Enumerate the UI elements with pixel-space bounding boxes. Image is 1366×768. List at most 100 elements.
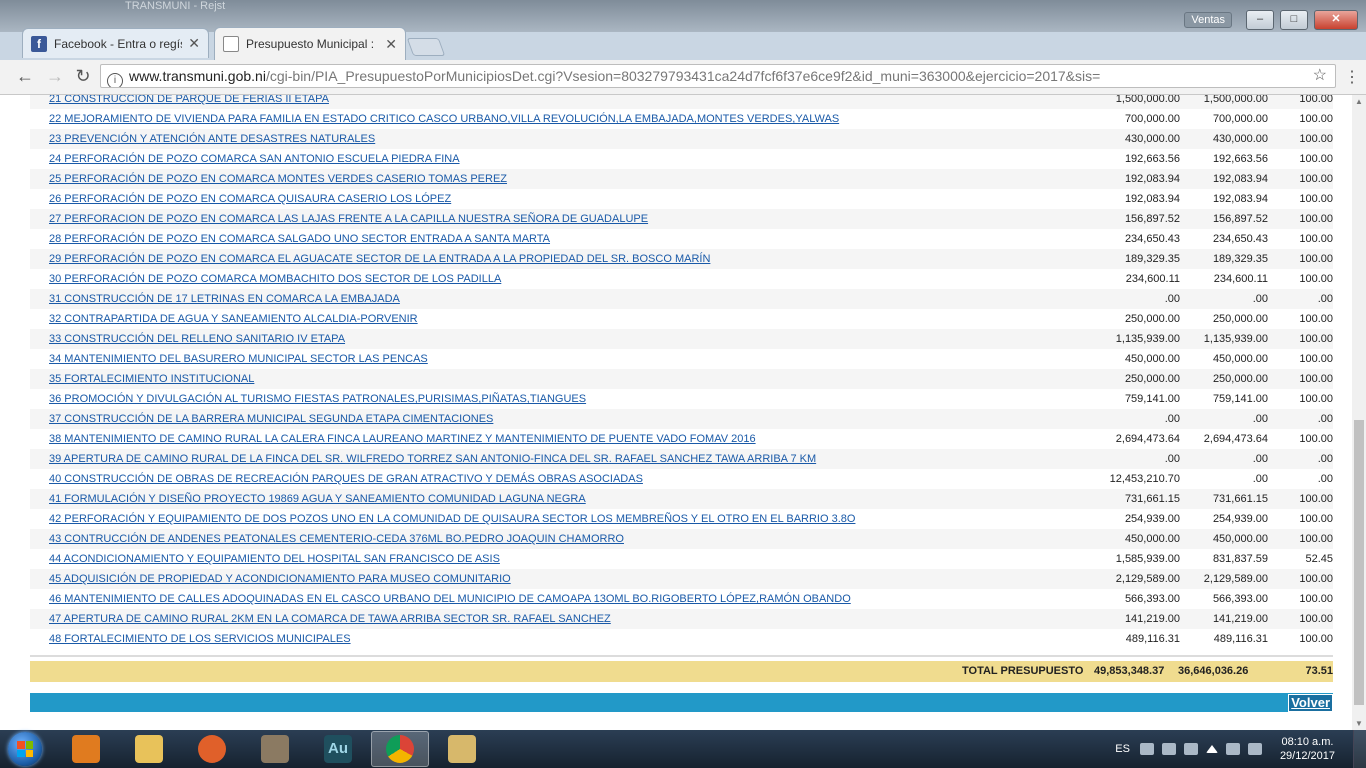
project-link[interactable]: 36 PROMOCIÓN Y DIVULGACIÓN AL TURISMO FI… bbox=[49, 393, 586, 405]
project-link[interactable]: 35 FORTALECIMIENTO INSTITUCIONAL bbox=[49, 373, 254, 385]
budget-cell: 450,000.00 bbox=[1124, 533, 1180, 545]
tab-close-icon[interactable]: ✕ bbox=[188, 35, 200, 52]
executed-cell: 1,500,000.00 bbox=[1203, 95, 1268, 105]
project-cell: 27 PERFORACION DE POZO EN COMARCA LAS LA… bbox=[30, 209, 1070, 229]
project-link[interactable]: 30 PERFORACIÓN DE POZO COMARCA MOMBACHIT… bbox=[49, 273, 501, 285]
back-arrow-icon[interactable]: ← bbox=[14, 66, 36, 87]
budget-cell: 700,000.00 bbox=[1124, 113, 1180, 125]
project-link[interactable]: 44 ACONDICIONAMIENTO Y EQUIPAMIENTO DEL … bbox=[49, 553, 500, 565]
show-hidden-icons-icon[interactable] bbox=[1205, 745, 1218, 753]
scroll-up-icon[interactable]: ▲ bbox=[1355, 97, 1363, 106]
taskbar-app-media-player[interactable] bbox=[57, 731, 115, 767]
maximize-button[interactable]: □ bbox=[1280, 10, 1308, 30]
percent-cell: 100.00 bbox=[1299, 173, 1333, 185]
show-desktop-button[interactable] bbox=[1353, 730, 1366, 768]
taskbar-app-chrome[interactable] bbox=[371, 731, 429, 767]
total-label: TOTAL PRESUPUESTO bbox=[962, 665, 1084, 677]
keyboard-icon[interactable] bbox=[1139, 743, 1154, 755]
clock[interactable]: 08:10 a.m. 29/12/2017 bbox=[1280, 735, 1335, 763]
project-link[interactable]: 34 MANTENIMIENTO DEL BASURERO MUNICIPAL … bbox=[49, 353, 428, 365]
divider bbox=[30, 655, 1333, 657]
percent-cell: 100.00 bbox=[1299, 193, 1333, 205]
reload-icon[interactable]: ↻ bbox=[72, 66, 94, 87]
project-link[interactable]: 45 ADQUISICIÓN DE PROPIEDAD Y ACONDICION… bbox=[49, 573, 511, 585]
project-link[interactable]: 43 CONTRUCCIÓN DE ANDENES PEATONALES CEM… bbox=[49, 533, 624, 545]
url-path: /cgi-bin/PIA_PresupuestoPorMunicipiosDet… bbox=[265, 68, 1101, 84]
battery-icon[interactable] bbox=[1247, 743, 1262, 755]
executed-cell: 450,000.00 bbox=[1212, 533, 1268, 545]
table-row: 27 PERFORACION DE POZO EN COMARCA LAS LA… bbox=[30, 209, 1333, 229]
project-link[interactable]: 47 APERTURA DE CAMINO RURAL 2KM EN LA CO… bbox=[49, 613, 611, 625]
project-link[interactable]: 27 PERFORACION DE POZO EN COMARCA LAS LA… bbox=[49, 213, 648, 225]
scrollbar[interactable]: ▲ ▼ bbox=[1352, 95, 1366, 730]
project-link[interactable]: 22 MEJORAMIENTO DE VIVIENDA PARA FAMILIA… bbox=[49, 113, 839, 125]
profile-badge[interactable]: Ventas bbox=[1184, 12, 1232, 28]
project-link[interactable]: 37 CONSTRUCCIÓN DE LA BARRERA MUNICIPAL … bbox=[49, 413, 493, 425]
printer-icon[interactable] bbox=[1161, 743, 1176, 755]
executed-cell: 254,939.00 bbox=[1212, 513, 1268, 525]
new-tab-button[interactable] bbox=[406, 38, 446, 56]
project-link[interactable]: 23 PREVENCIÓN Y ATENCIÓN ANTE DESASTRES … bbox=[49, 133, 375, 145]
scrollbar-thumb[interactable] bbox=[1354, 420, 1364, 705]
close-button[interactable]: ✕ bbox=[1314, 10, 1358, 30]
project-link[interactable]: 42 PERFORACIÓN Y EQUIPAMIENTO DE DOS POZ… bbox=[49, 513, 855, 525]
project-cell: 47 APERTURA DE CAMINO RURAL 2KM EN LA CO… bbox=[30, 609, 1070, 629]
project-cell: 21 CONSTRUCCION DE PARQUE DE FERIAS II E… bbox=[30, 95, 1070, 109]
table-row: 22 MEJORAMIENTO DE VIVIENDA PARA FAMILIA… bbox=[30, 109, 1333, 129]
percent-cell: 100.00 bbox=[1299, 573, 1333, 585]
table-row: 33 CONSTRUCCIÓN DEL RELLENO SANITARIO IV… bbox=[30, 329, 1333, 349]
project-link[interactable]: 25 PERFORACIÓN DE POZO EN COMARCA MONTES… bbox=[49, 173, 507, 185]
windows-flag-icon bbox=[17, 741, 33, 757]
budget-cell: 192,083.94 bbox=[1124, 193, 1180, 205]
project-link[interactable]: 29 PERFORACIÓN DE POZO EN COMARCA EL AGU… bbox=[49, 253, 710, 265]
project-link[interactable]: 28 PERFORACIÓN DE POZO EN COMARCA SALGAD… bbox=[49, 233, 550, 245]
project-link[interactable]: 33 CONSTRUCCIÓN DEL RELLENO SANITARIO IV… bbox=[49, 333, 345, 345]
project-link[interactable]: 31 CONSTRUCCIÓN DE 17 LETRINAS EN COMARC… bbox=[49, 293, 400, 305]
budget-cell: 489,116.31 bbox=[1125, 633, 1180, 645]
page-content: 21 CONSTRUCCION DE PARQUE DE FERIAS II E… bbox=[0, 95, 1352, 730]
tab-close-icon[interactable]: ✕ bbox=[385, 36, 397, 53]
project-link[interactable]: 39 APERTURA DE CAMINO RURAL DE LA FINCA … bbox=[49, 453, 816, 465]
executed-cell: 250,000.00 bbox=[1212, 313, 1268, 325]
address-bar[interactable]: i www.transmuni.gob.ni/cgi-bin/PIA_Presup… bbox=[100, 64, 1336, 88]
table-row: 29 PERFORACIÓN DE POZO EN COMARCA EL AGU… bbox=[30, 249, 1333, 269]
project-link[interactable]: 38 MANTENIMIENTO DE CAMINO RURAL LA CALE… bbox=[49, 433, 756, 445]
project-link[interactable]: 32 CONTRAPARTIDA DE AGUA Y SANEAMIENTO A… bbox=[49, 313, 418, 325]
project-link[interactable]: 40 CONSTRUCCIÓN DE OBRAS DE RECREACIÓN P… bbox=[49, 473, 643, 485]
budget-cell: .00 bbox=[1164, 453, 1180, 465]
executed-cell: 189,329.35 bbox=[1212, 253, 1268, 265]
tab-facebook[interactable]: f Facebook - Entra o regíst ✕ bbox=[22, 28, 209, 58]
project-link[interactable]: 24 PERFORACIÓN DE POZO COMARCA SAN ANTON… bbox=[49, 153, 460, 165]
language-indicator[interactable]: ES bbox=[1115, 743, 1130, 755]
start-button[interactable] bbox=[8, 732, 42, 766]
forward-arrow-icon[interactable]: → bbox=[44, 66, 66, 87]
taskbar-app-paint[interactable] bbox=[433, 731, 491, 767]
scroll-down-icon[interactable]: ▼ bbox=[1355, 719, 1363, 728]
percent-cell: 100.00 bbox=[1299, 533, 1333, 545]
info-icon[interactable]: i bbox=[107, 73, 123, 87]
project-link[interactable]: 48 FORTALECIMIENTO DE LOS SERVICIOS MUNI… bbox=[49, 633, 351, 645]
percent-cell: 100.00 bbox=[1299, 213, 1333, 225]
taskbar-app-audition[interactable]: Au bbox=[309, 731, 367, 767]
network-icon[interactable] bbox=[1225, 743, 1240, 755]
budget-cell: 234,600.11 bbox=[1125, 273, 1180, 285]
project-cell: 24 PERFORACIÓN DE POZO COMARCA SAN ANTON… bbox=[30, 149, 1070, 169]
volver-link[interactable]: Volver bbox=[1288, 694, 1333, 712]
project-cell: 26 PERFORACIÓN DE POZO EN COMARCA QUISAU… bbox=[30, 189, 1070, 209]
budget-table: 21 CONSTRUCCION DE PARQUE DE FERIAS II E… bbox=[30, 95, 1333, 649]
tab-presupuesto[interactable]: Presupuesto Municipal : ✕ bbox=[214, 27, 406, 60]
help-icon[interactable] bbox=[1183, 743, 1198, 755]
minimize-button[interactable]: – bbox=[1246, 10, 1274, 30]
menu-icon[interactable]: ⋮ bbox=[1344, 67, 1360, 87]
percent-cell: 100.00 bbox=[1299, 253, 1333, 265]
percent-cell: 100.00 bbox=[1299, 513, 1333, 525]
bookmark-star-icon[interactable]: ☆ bbox=[1313, 65, 1327, 87]
taskbar-app-firefox[interactable] bbox=[183, 731, 241, 767]
taskbar-app-gimp[interactable] bbox=[246, 731, 304, 767]
project-link[interactable]: 26 PERFORACIÓN DE POZO EN COMARCA QUISAU… bbox=[49, 193, 451, 205]
project-link[interactable]: 21 CONSTRUCCION DE PARQUE DE FERIAS II E… bbox=[49, 95, 329, 105]
project-link[interactable]: 46 MANTENIMIENTO DE CALLES ADOQUINADAS E… bbox=[49, 593, 851, 605]
project-link[interactable]: 41 FORMULACIÓN Y DISEÑO PROYECTO 19869 A… bbox=[49, 493, 586, 505]
taskbar-app-file-explorer[interactable] bbox=[120, 731, 178, 767]
project-cell: 38 MANTENIMIENTO DE CAMINO RURAL LA CALE… bbox=[30, 429, 1070, 449]
